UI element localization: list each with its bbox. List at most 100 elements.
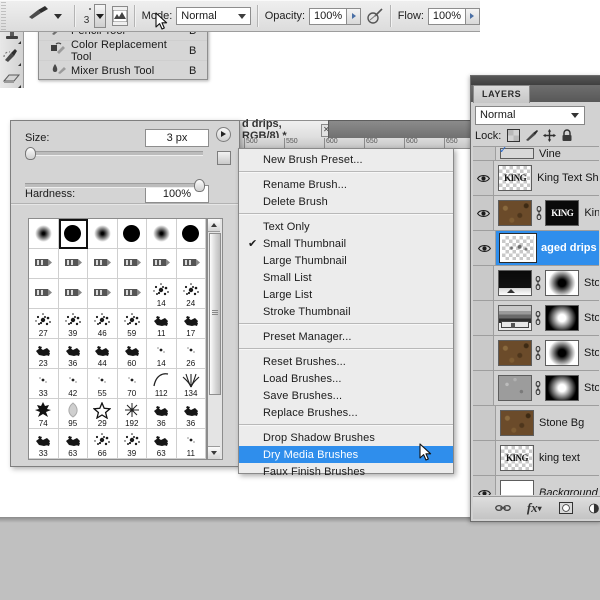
lock-controls[interactable]: Lock:: [475, 128, 599, 144]
brush-preset-cell[interactable]: 24: [176, 279, 206, 309]
document-tab[interactable]: d drips, RGB/8) * ✕: [238, 118, 336, 142]
layer-blend-mode-select[interactable]: Normal: [475, 106, 585, 125]
brush-preset-cell[interactable]: [58, 249, 88, 279]
brush-preset-cell[interactable]: 11: [176, 429, 206, 459]
new-adjustment-layer-icon[interactable]: ▾: [589, 500, 600, 516]
layer-mask-thumbnail[interactable]: [544, 270, 579, 296]
flyout-item-color-replacement-tool[interactable]: Color Replacement Tool B: [39, 39, 207, 63]
brush-preset-cell[interactable]: 134: [176, 369, 206, 399]
brush-preset-cell[interactable]: 42: [58, 369, 88, 399]
layer-mask-link-icon[interactable]: [534, 272, 543, 294]
scroll-down-button[interactable]: [208, 446, 220, 459]
brush-preset-cell[interactable]: 14: [147, 279, 177, 309]
flyout-item-mixer-brush-tool[interactable]: Mixer Brush Tool B: [39, 61, 207, 81]
panel-tab-strip[interactable]: LAYERS: [471, 85, 600, 103]
menu-item-preset-manager[interactable]: Preset Manager...: [239, 328, 453, 345]
layer-row[interactable]: Sto: [473, 301, 599, 336]
brush-size-input[interactable]: 3 px: [145, 129, 209, 147]
brush-preset-cell[interactable]: [176, 249, 206, 279]
blend-mode-select[interactable]: Normal: [176, 7, 252, 25]
layer-thumbnail[interactable]: KING: [498, 165, 533, 191]
layer-row[interactable]: Sto: [473, 371, 599, 406]
layer-thumbnail[interactable]: [497, 340, 532, 366]
menu-item-faux-finish-brushes[interactable]: Faux Finish Brushes: [239, 463, 453, 480]
flow-stepper[interactable]: [465, 7, 480, 25]
brush-preset-cell[interactable]: 27: [29, 309, 59, 339]
brush-preset-cell[interactable]: 112: [147, 369, 177, 399]
lock-all-icon[interactable]: [561, 129, 576, 143]
brush-preset-cell[interactable]: 14: [147, 339, 177, 369]
brush-preset-cell[interactable]: 11: [147, 309, 177, 339]
menu-item-replace-brushes[interactable]: Replace Brushes...: [239, 404, 453, 421]
tab-layers[interactable]: LAYERS: [473, 85, 531, 103]
layers-panel-footer[interactable]: fx▾ ▾: [473, 496, 600, 519]
brush-preset-cell[interactable]: [147, 219, 177, 249]
layer-thumbnail[interactable]: [498, 200, 533, 226]
brush-preset-cell[interactable]: 192: [117, 399, 147, 429]
layer-mask-link-icon[interactable]: [534, 377, 543, 399]
layer-thumbnail[interactable]: [497, 270, 532, 296]
menu-item-save-brushes[interactable]: Save Brushes...: [239, 387, 453, 404]
brush-preset-cell[interactable]: 17: [176, 309, 206, 339]
brush-preset-cell[interactable]: 39: [117, 429, 147, 459]
brush-preset-cell[interactable]: [29, 219, 59, 249]
brush-preset-cell[interactable]: [117, 219, 147, 249]
layer-row[interactable]: ✓ Vine: [473, 147, 599, 161]
brush-preset-cell[interactable]: 59: [117, 309, 147, 339]
layer-thumbnail[interactable]: [499, 233, 537, 263]
brush-preset-cell[interactable]: [88, 279, 118, 309]
layer-visibility-toggle[interactable]: [473, 476, 496, 495]
menu-item-drop-shadow-brushes[interactable]: Drop Shadow Brushes: [239, 429, 453, 446]
layer-mask-link-icon[interactable]: [534, 307, 543, 329]
menu-item-new-brush-preset[interactable]: New Brush Preset...: [239, 151, 453, 168]
layers-panel[interactable]: LAYERS Normal Lock: ✓ Vine KING King Text S…: [470, 75, 600, 522]
layer-visibility-toggle[interactable]: [473, 336, 494, 370]
brush-preset-cell[interactable]: 55: [88, 369, 118, 399]
layer-visibility-toggle[interactable]: [473, 161, 495, 195]
tool-options-bar[interactable]: 3 Mode: Normal Opacity: 100% Flow: 100%: [0, 0, 480, 32]
menu-item-rename-brush[interactable]: Rename Brush...: [239, 176, 453, 193]
hardness-slider-knob[interactable]: [194, 179, 205, 192]
brush-grid-scrollbar[interactable]: [207, 218, 223, 460]
layer-visibility-toggle[interactable]: [473, 231, 496, 265]
brush-preset-cell[interactable]: 95: [58, 399, 88, 429]
menu-item-load-brushes[interactable]: Load Brushes...: [239, 370, 453, 387]
layer-visibility-toggle[interactable]: [473, 371, 494, 405]
link-layers-icon[interactable]: [494, 500, 511, 516]
layer-row[interactable]: KING Kin: [473, 196, 599, 231]
panel-title-bar[interactable]: [471, 76, 600, 85]
brush-preset-grid[interactable]: 14 24 27 39 46 59 11 17 23 36 44 60 14 26 33 42 55 70 112 1…: [28, 218, 207, 460]
layer-row[interactable]: Sto: [473, 266, 599, 301]
brush-preset-cell[interactable]: [29, 279, 59, 309]
brush-preset-cell[interactable]: 60: [117, 339, 147, 369]
brush-preset-cell[interactable]: 36: [147, 399, 177, 429]
menu-item-large-thumbnail[interactable]: Large Thumbnail: [239, 252, 453, 269]
layer-thumbnail[interactable]: [497, 305, 532, 331]
hardness-slider[interactable]: [25, 179, 205, 192]
brush-preset-cell[interactable]: 46: [88, 309, 118, 339]
layer-visibility-toggle[interactable]: [473, 196, 495, 230]
lock-image-pixels-icon[interactable]: [525, 129, 540, 143]
layer-mask-link-icon[interactable]: [534, 342, 543, 364]
brush-preset-picker[interactable]: Size: 3 px Hardness: 100% 14 24 27 39 46 59 11…: [10, 120, 240, 467]
brush-preset-cell[interactable]: 26: [176, 339, 206, 369]
brush-preset-cell[interactable]: 39: [58, 309, 88, 339]
brush-preset-cell[interactable]: 66: [88, 429, 118, 459]
brush-preset-cell[interactable]: 36: [58, 339, 88, 369]
layer-mask-thumbnail[interactable]: [544, 305, 579, 331]
layer-row[interactable]: Stone Bg: [473, 406, 599, 441]
brush-picker-context-menu[interactable]: New Brush Preset... Rename Brush... Delete…: [238, 148, 454, 478]
size-slider[interactable]: [25, 147, 203, 160]
brush-preset-cell[interactable]: 74: [29, 399, 59, 429]
layer-thumbnail[interactable]: KING: [500, 445, 534, 471]
brush-preset-cell[interactable]: [147, 249, 177, 279]
flow-input[interactable]: 100%: [427, 7, 466, 25]
layer-visibility-toggle[interactable]: [473, 301, 494, 335]
brush-preset-cell[interactable]: [29, 249, 59, 279]
size-slider-knob[interactable]: [25, 147, 36, 160]
layer-row[interactable]: Background: [473, 476, 599, 495]
add-layer-style-icon[interactable]: fx ▾: [526, 500, 542, 516]
brush-preset-caret-icon[interactable]: [54, 13, 63, 19]
brush-preset-cell[interactable]: 33: [29, 429, 59, 459]
document-tab-area[interactable]: d drips, RGB/8) * ✕ 500 550 600 650 600 650: [238, 118, 480, 149]
